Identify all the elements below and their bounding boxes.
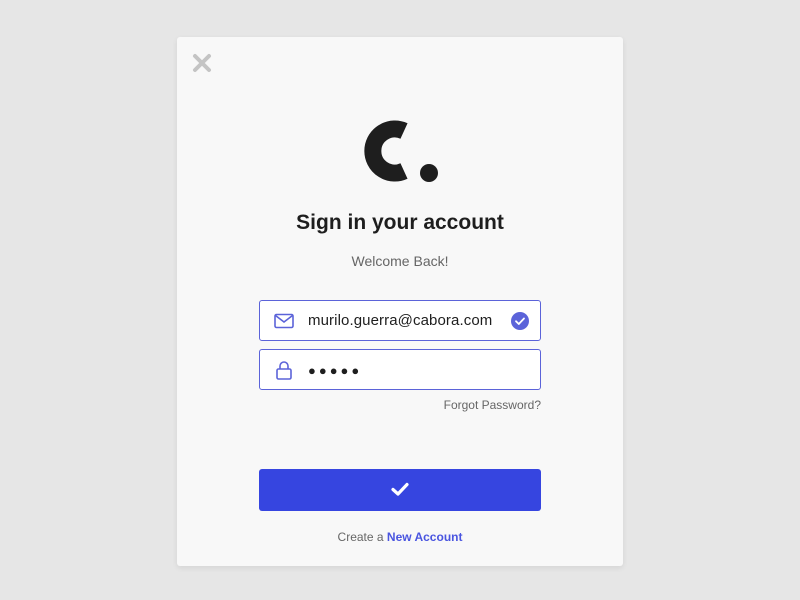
new-account-link[interactable]: New Account <box>387 530 463 544</box>
create-account-row: Create a New Account <box>177 530 623 544</box>
logo <box>358 119 442 183</box>
sign-in-button[interactable] <box>259 469 541 511</box>
mail-icon <box>260 301 308 340</box>
password-value: ●●●●● <box>308 362 363 378</box>
email-field[interactable]: murilo.guerra@cabora.com <box>259 300 541 341</box>
email-value: murilo.guerra@cabora.com <box>308 312 493 329</box>
page-title: Sign in your account <box>296 211 504 234</box>
forgot-password-link[interactable]: Forgot Password? <box>444 398 541 412</box>
close-icon[interactable] <box>191 52 213 74</box>
lock-icon <box>260 350 308 389</box>
sign-in-dialog: Sign in your account Welcome Back! muril… <box>177 37 623 566</box>
create-account-prefix: Create a <box>337 530 384 544</box>
checkmark-icon <box>390 481 410 500</box>
check-circle-icon <box>500 311 540 330</box>
password-field[interactable]: ●●●●● <box>259 349 541 390</box>
welcome-subtitle: Welcome Back! <box>351 253 449 269</box>
